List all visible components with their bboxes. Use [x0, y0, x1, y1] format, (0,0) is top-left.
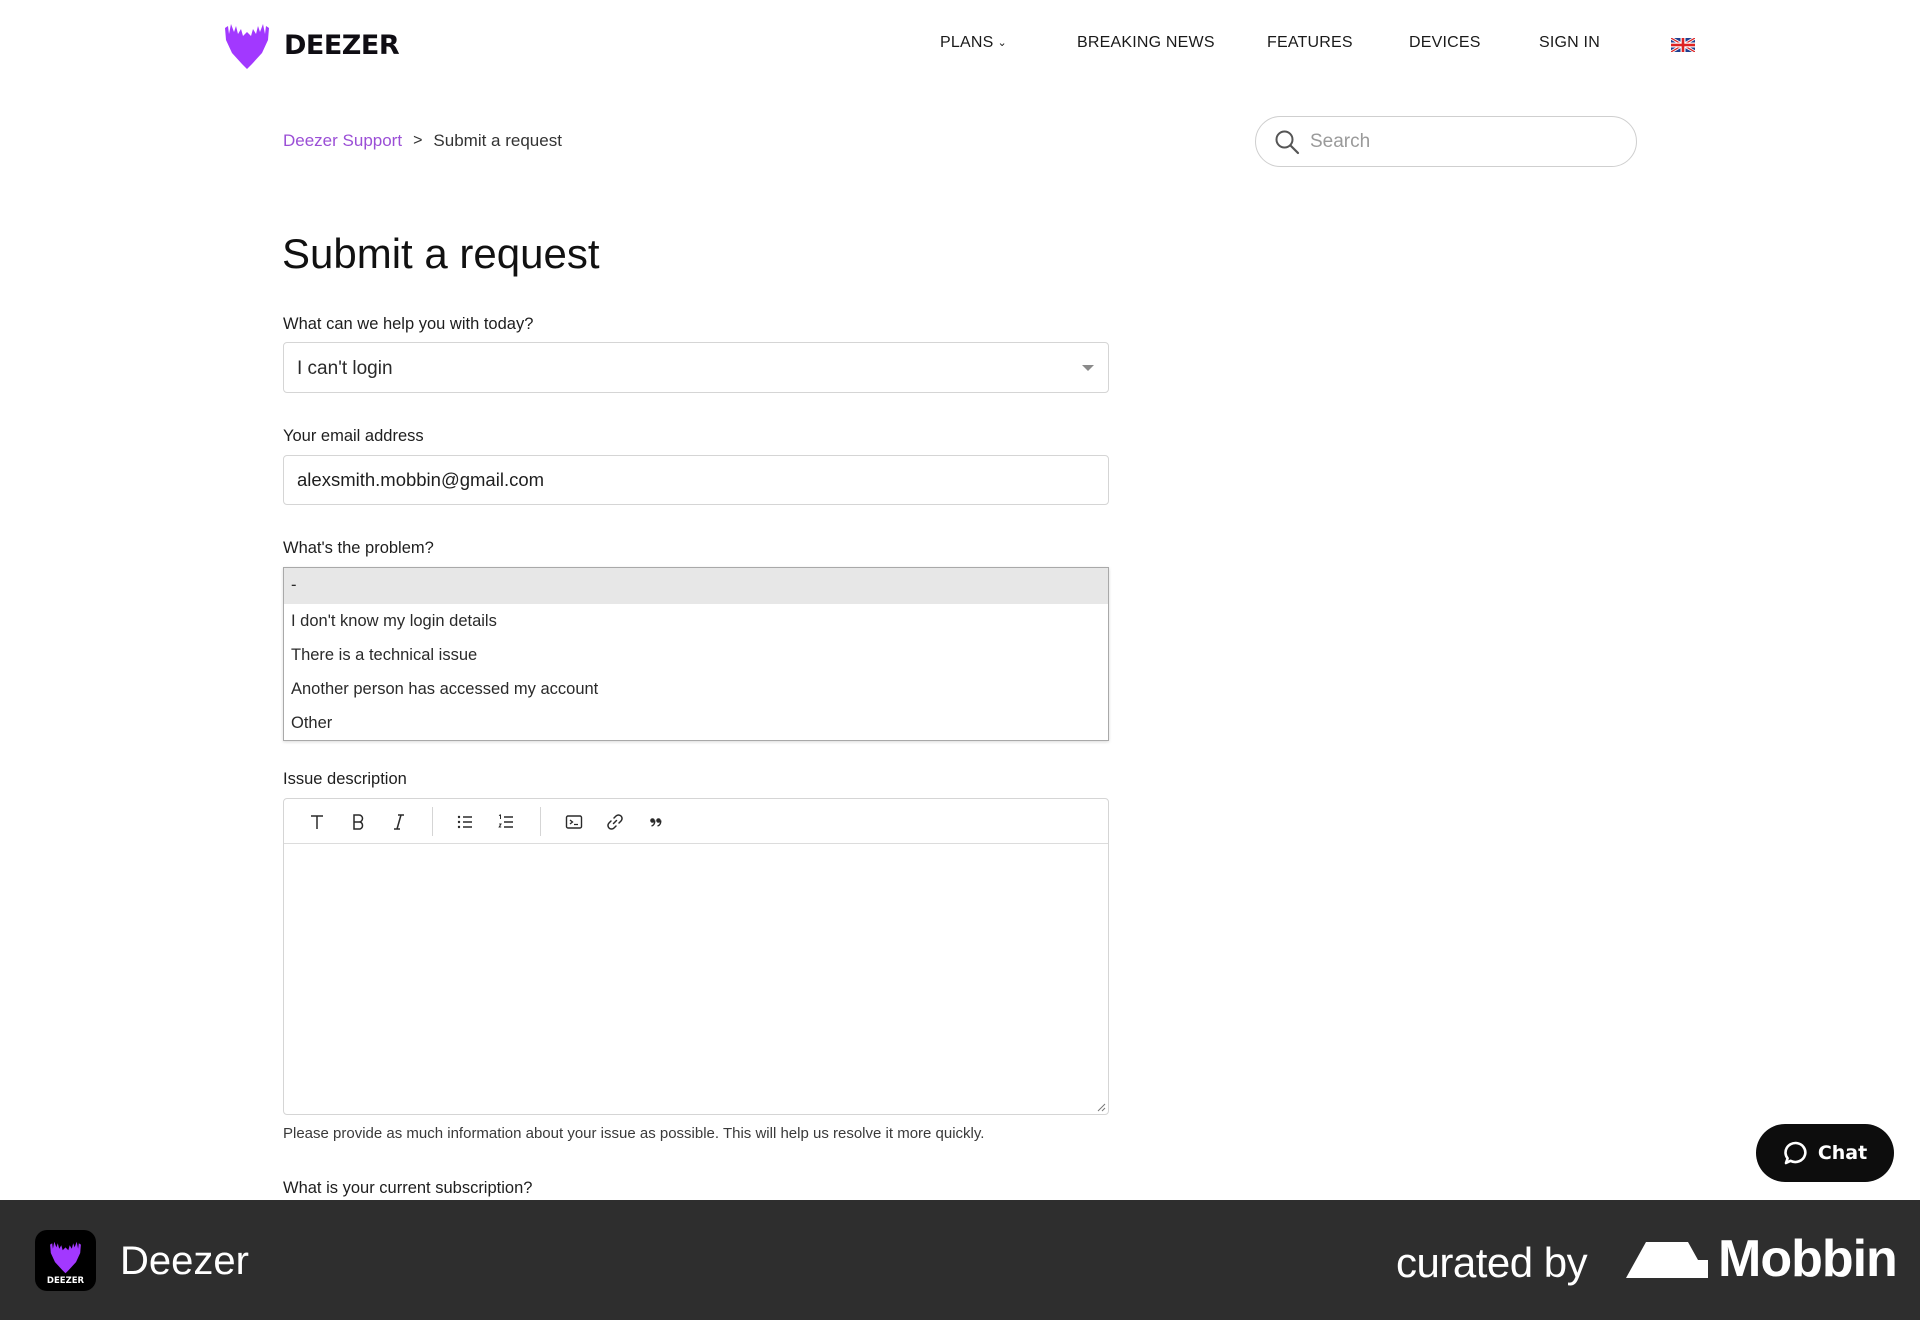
footer-bar: DEEZER Deezer curated by Mobbin: [0, 1200, 1920, 1320]
email-label: Your email address: [283, 427, 424, 445]
curated-by-text: curated by: [1396, 1239, 1588, 1286]
site-header: DEEZER PLANS ⌄ BREAKING NEWS FEATURES DEV…: [0, 0, 1920, 90]
bold-icon[interactable]: [347, 811, 369, 833]
app-name: Deezer: [120, 1239, 249, 1283]
dropdown-caret-icon: [1082, 365, 1094, 371]
problem-label: What's the problem?: [283, 539, 434, 557]
chat-label: Chat: [1817, 1142, 1868, 1164]
breadcrumb-separator: >: [413, 132, 423, 149]
nav-plans[interactable]: PLANS ⌄: [940, 34, 1007, 52]
nav-breaking-news[interactable]: BREAKING NEWS: [1077, 34, 1215, 52]
chat-bubble-icon: [1784, 1141, 1807, 1165]
problem-option[interactable]: There is a technical issue: [284, 638, 1108, 672]
problem-option[interactable]: Another person has accessed my account: [284, 672, 1108, 706]
problem-options-list[interactable]: - I don't know my login details There is…: [283, 567, 1109, 741]
page-title: Submit a request: [282, 230, 600, 277]
description-editor: [283, 798, 1109, 1115]
help-topic-label: What can we help you with today?: [283, 315, 534, 333]
code-block-icon[interactable]: [563, 811, 585, 833]
bulleted-list-icon[interactable]: [454, 811, 476, 833]
chevron-down-icon: ⌄: [997, 37, 1007, 49]
curator-name: Mobbin: [1718, 1230, 1898, 1288]
breadcrumb: Deezer Support > Submit a request: [283, 131, 562, 151]
nav-features[interactable]: FEATURES: [1267, 34, 1353, 52]
toolbar-divider: [540, 807, 541, 836]
uk-flag-icon[interactable]: [1671, 38, 1695, 52]
mobbin-logo-icon: [1626, 1242, 1708, 1278]
deezer-heart-icon: [50, 1241, 81, 1274]
link-icon[interactable]: [604, 811, 626, 833]
description-textarea[interactable]: [284, 844, 1108, 1114]
editor-toolbar: [284, 799, 1108, 844]
search-icon: [1275, 130, 1300, 154]
help-topic-value: I can't login: [297, 358, 393, 379]
problem-option[interactable]: I don't know my login details: [284, 604, 1108, 638]
breadcrumb-current: Submit a request: [433, 131, 562, 150]
nav-sign-in[interactable]: SIGN IN: [1539, 34, 1600, 52]
help-topic-select[interactable]: I can't login: [283, 342, 1109, 393]
nav-devices[interactable]: DEVICES: [1409, 34, 1481, 52]
subscription-label: What is your current subscription?: [283, 1179, 533, 1197]
app-icon: DEEZER: [35, 1230, 96, 1291]
search-box[interactable]: [1255, 116, 1637, 167]
search-input[interactable]: [1310, 130, 1610, 153]
resize-handle-icon[interactable]: [1096, 1102, 1106, 1112]
description-hint: Please provide as much information about…: [283, 1125, 985, 1142]
problem-option[interactable]: -: [284, 568, 1108, 604]
problem-option[interactable]: Other: [284, 706, 1108, 740]
description-label: Issue description: [283, 770, 407, 788]
app-icon-text: DEEZER: [46, 1276, 85, 1286]
breadcrumb-root-link[interactable]: Deezer Support: [283, 131, 402, 151]
italic-icon[interactable]: [388, 811, 410, 833]
chat-button[interactable]: Chat: [1756, 1124, 1894, 1182]
main-nav: PLANS ⌄ BREAKING NEWS FEATURES DEVICES SI…: [0, 34, 1920, 56]
numbered-list-icon[interactable]: [495, 811, 517, 833]
toolbar-divider: [432, 807, 433, 836]
email-field[interactable]: [283, 455, 1109, 505]
text-format-icon[interactable]: [306, 811, 328, 833]
nav-plans-label: PLANS: [940, 34, 994, 51]
quote-icon[interactable]: [645, 811, 667, 833]
